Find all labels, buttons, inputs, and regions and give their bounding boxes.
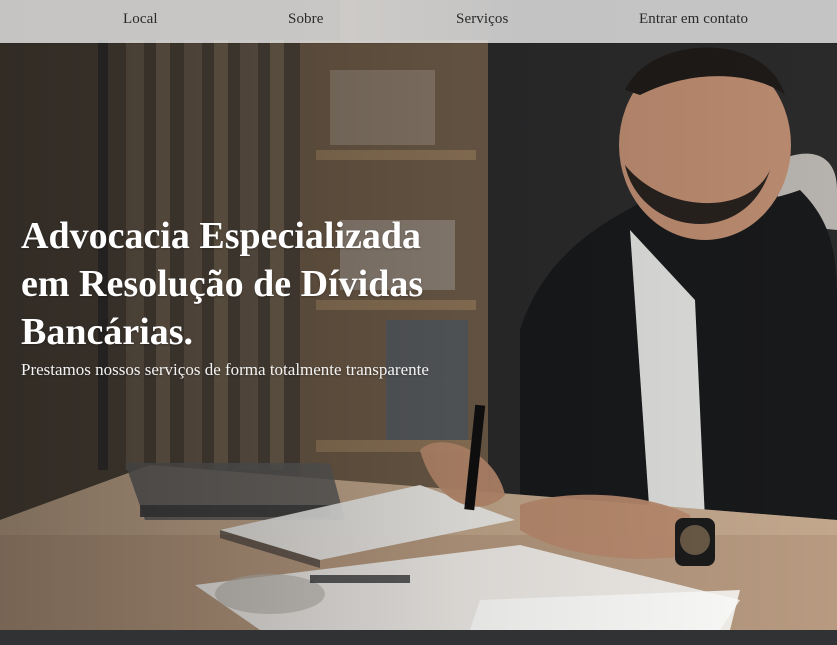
- nav-link-entrar-em-contato[interactable]: Entrar em contato: [639, 0, 748, 43]
- nav-link-sobre[interactable]: Sobre: [288, 0, 324, 43]
- hero-title: Advocacia Especializada em Resolução de …: [21, 215, 424, 353]
- hero-subtitle: Prestamos nossos serviços de forma total…: [21, 360, 429, 379]
- hero-section: Advocacia Especializada em Resolução de …: [0, 0, 837, 630]
- hero-text-block: Advocacia Especializada em Resolução de …: [21, 212, 491, 381]
- bottom-bar: [0, 630, 837, 645]
- top-navigation-bar: Local Sobre Serviços Entrar em contato: [0, 0, 837, 43]
- nav-link-local[interactable]: Local: [123, 0, 158, 43]
- nav-link-servicos[interactable]: Serviços: [456, 0, 508, 43]
